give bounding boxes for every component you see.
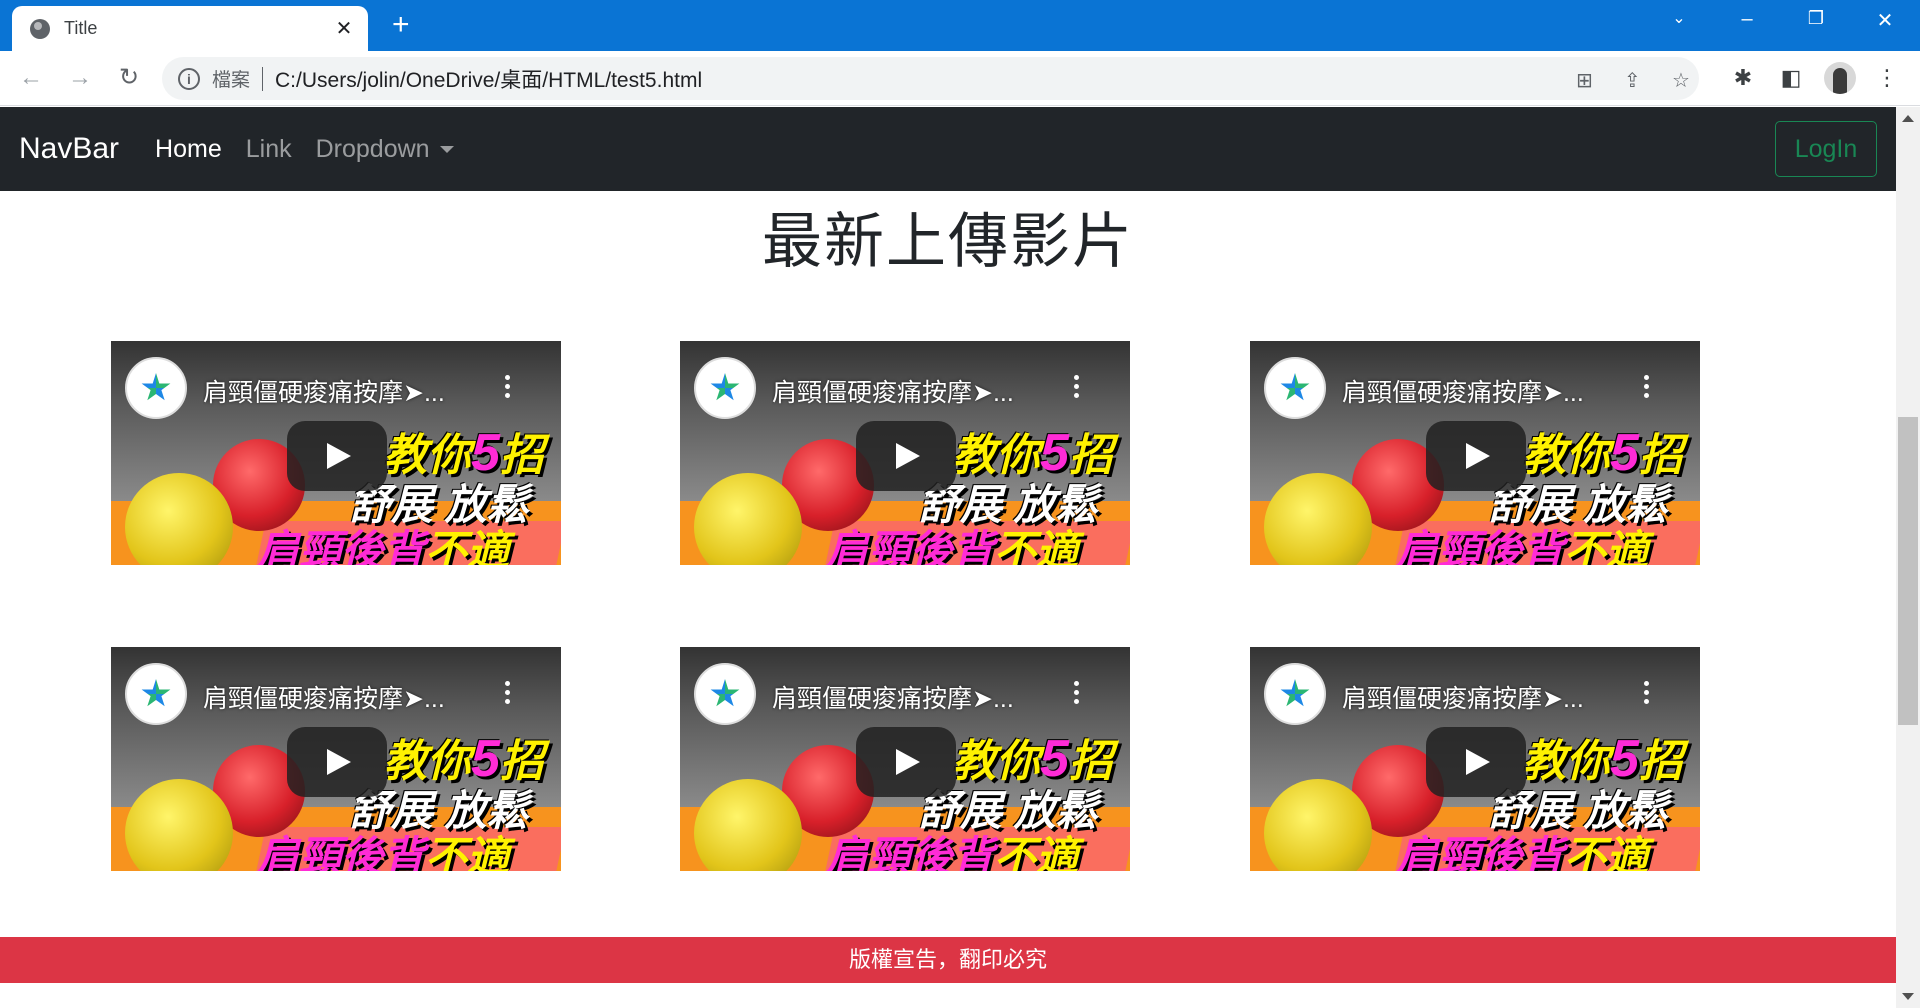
channel-logo-icon: [141, 373, 171, 401]
browser-toolbar: ← → ↻ i 檔案 C:/Users/jolin/OneDrive/桌面/HT…: [0, 51, 1920, 106]
channel-logo-icon: [710, 679, 740, 707]
reload-icon[interactable]: ↻: [114, 65, 144, 91]
browser-tab[interactable]: Title ✕: [12, 6, 368, 51]
nav-dropdown-label: Dropdown: [315, 134, 430, 163]
video-title[interactable]: 肩頸僵硬痠痛按摩➤...: [1342, 373, 1642, 409]
scrollbar-thumb[interactable]: [1898, 417, 1918, 725]
play-button-icon[interactable]: [287, 727, 387, 797]
video-title[interactable]: 肩頸僵硬痠痛按摩➤...: [203, 679, 503, 715]
side-panel-icon[interactable]: ◧: [1776, 65, 1806, 91]
play-button-icon[interactable]: [856, 727, 956, 797]
caret-down-icon: [439, 145, 454, 153]
nav-link-home[interactable]: Home: [155, 135, 222, 164]
channel-logo-icon: [710, 373, 740, 401]
youtube-embed[interactable]: 教你5招 舒展 放鬆 肩頸後背不適 肩頸僵硬痠痛按摩➤...: [111, 647, 561, 871]
play-button-icon[interactable]: [856, 421, 956, 491]
site-footer: 版權宣告，翻印必究: [0, 937, 1896, 983]
omnibox-divider: [262, 66, 264, 91]
video-title[interactable]: 肩頸僵硬痠痛按摩➤...: [203, 373, 503, 409]
restore-icon[interactable]: ❐: [1801, 8, 1831, 29]
video-title[interactable]: 肩頸僵硬痠痛按摩➤...: [772, 679, 1072, 715]
video-title[interactable]: 肩頸僵硬痠痛按摩➤...: [1342, 679, 1642, 715]
video-menu-icon[interactable]: [505, 375, 511, 401]
play-button-icon[interactable]: [1426, 421, 1526, 491]
thumbnail-text-line3: 肩頸後背不適: [257, 833, 510, 871]
play-button-icon[interactable]: [1426, 727, 1526, 797]
video-menu-icon[interactable]: [1074, 375, 1080, 401]
share-icon[interactable]: ⇪: [1624, 68, 1641, 93]
youtube-embed[interactable]: 教你5招 舒展 放鬆 肩頸後背不適 肩頸僵硬痠痛按摩➤...: [680, 341, 1130, 565]
login-button[interactable]: LogIn: [1775, 121, 1877, 177]
extensions-icon[interactable]: ✱: [1728, 65, 1758, 91]
thumbnail-text-line3: 肩頸後背不適: [1396, 527, 1649, 565]
youtube-embed[interactable]: 教你5招 舒展 放鬆 肩頸後背不適 肩頸僵硬痠痛按摩➤...: [111, 341, 561, 565]
page-viewport: NavBar Home Link Dropdown LogIn 最新上傳影片 教…: [0, 107, 1896, 1008]
channel-logo-icon: [141, 679, 171, 707]
tab-title: Title: [64, 18, 98, 38]
video-menu-icon[interactable]: [1074, 681, 1080, 707]
thumbnail-text-line3: 肩頸後背不適: [1396, 833, 1649, 871]
nav-dropdown[interactable]: Dropdown: [316, 135, 454, 164]
channel-avatar[interactable]: [1264, 357, 1326, 419]
translate-icon[interactable]: ⊞: [1576, 68, 1593, 93]
channel-avatar[interactable]: [694, 663, 756, 725]
forward-icon[interactable]: →: [65, 65, 95, 91]
nav-link-link[interactable]: Link: [246, 135, 292, 164]
omnibox-file-label: 檔案: [212, 70, 251, 91]
menu-kebab-icon[interactable]: ⋮: [1872, 65, 1902, 91]
tab-close-icon[interactable]: ✕: [332, 16, 356, 41]
video-title[interactable]: 肩頸僵硬痠痛按摩➤...: [772, 373, 1072, 409]
info-icon[interactable]: i: [178, 67, 200, 90]
page-scrollbar[interactable]: [1896, 107, 1920, 1008]
site-navbar: NavBar Home Link Dropdown LogIn: [0, 107, 1896, 191]
page-heading: 最新上傳影片: [762, 208, 1134, 275]
play-button-icon[interactable]: [287, 421, 387, 491]
thumbnail-text-line3: 肩頸後背不適: [826, 833, 1079, 871]
navbar-brand[interactable]: NavBar: [19, 132, 119, 166]
video-menu-icon[interactable]: [1644, 375, 1650, 401]
youtube-embed[interactable]: 教你5招 舒展 放鬆 肩頸後背不適 肩頸僵硬痠痛按摩➤...: [1250, 341, 1700, 565]
back-icon[interactable]: ←: [16, 65, 46, 91]
channel-avatar[interactable]: [125, 663, 187, 725]
globe-icon: [30, 18, 50, 39]
scroll-down-arrow-icon[interactable]: [1902, 993, 1914, 1000]
thumbnail-text-line3: 肩頸後背不適: [826, 527, 1079, 565]
address-bar[interactable]: i 檔案 C:/Users/jolin/OneDrive/桌面/HTML/tes…: [162, 57, 1699, 100]
video-menu-icon[interactable]: [1644, 681, 1650, 707]
minimize-icon[interactable]: –: [1732, 8, 1762, 31]
channel-logo-icon: [1280, 373, 1310, 401]
video-menu-icon[interactable]: [505, 681, 511, 707]
youtube-embed[interactable]: 教你5招 舒展 放鬆 肩頸後背不適 肩頸僵硬痠痛按摩➤...: [680, 647, 1130, 871]
browser-tab-strip: Title ✕ + ⌄ – ❐ ✕: [0, 0, 1920, 51]
tab-search-icon[interactable]: ⌄: [1664, 8, 1694, 28]
window-close-icon[interactable]: ✕: [1870, 8, 1900, 33]
channel-avatar[interactable]: [694, 357, 756, 419]
new-tab-button[interactable]: +: [392, 10, 410, 40]
youtube-embed[interactable]: 教你5招 舒展 放鬆 肩頸後背不適 肩頸僵硬痠痛按摩➤...: [1250, 647, 1700, 871]
channel-avatar[interactable]: [1264, 663, 1326, 725]
thumbnail-text-line3: 肩頸後背不適: [257, 527, 510, 565]
channel-avatar[interactable]: [125, 357, 187, 419]
url-text[interactable]: C:/Users/jolin/OneDrive/桌面/HTML/test5.ht…: [275, 64, 702, 94]
channel-logo-icon: [1280, 679, 1310, 707]
scroll-up-arrow-icon[interactable]: [1902, 115, 1914, 122]
bookmark-star-icon[interactable]: ☆: [1672, 68, 1690, 93]
profile-avatar[interactable]: [1824, 62, 1856, 94]
